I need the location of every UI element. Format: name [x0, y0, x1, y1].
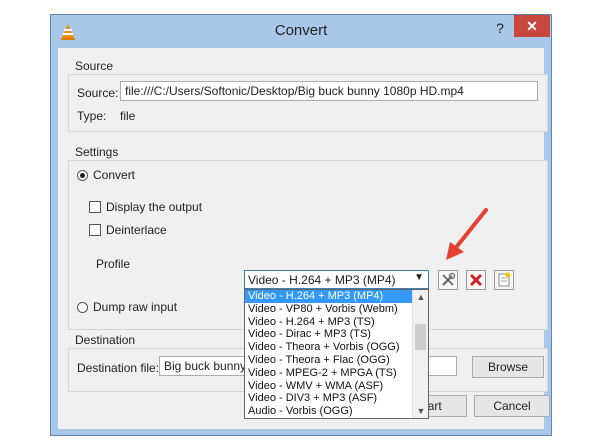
title-bar[interactable]: Convert ? ✕	[51, 15, 551, 48]
profile-selected-value: Video - H.264 + MP3 (MP4)	[248, 273, 396, 287]
scroll-up-icon[interactable]: ▲	[413, 290, 429, 304]
profile-option[interactable]: Audio - Vorbis (OGG)	[245, 405, 413, 418]
red-x-icon	[469, 273, 483, 287]
profile-select[interactable]: Video - H.264 + MP3 (MP4) ▼	[244, 270, 429, 289]
settings-group-title: Settings	[75, 145, 119, 159]
help-button[interactable]: ?	[489, 18, 511, 38]
profile-options: Video - H.264 + MP3 (MP4) Video - VP80 +…	[245, 290, 413, 418]
destination-group-title: Destination	[75, 333, 136, 347]
source-label: Source:	[77, 86, 119, 100]
profile-option[interactable]: Video - Theora + Vorbis (OGG)	[245, 341, 413, 354]
close-button[interactable]: ✕	[514, 15, 550, 37]
profile-label: Profile	[96, 257, 131, 271]
window-title: Convert	[274, 22, 328, 39]
source-group: Source: file:///C:/Users/Softonic/Deskto…	[68, 74, 548, 132]
profile-option[interactable]: Video - DIV3 + MP3 (ASF)	[245, 392, 413, 405]
type-value: file	[120, 109, 136, 123]
profile-option[interactable]: Video - Dirac + MP3 (TS)	[245, 328, 413, 341]
dump-raw-radio[interactable]	[77, 302, 88, 313]
type-label: Type:	[77, 109, 107, 123]
profile-dropdown-list[interactable]: Video - H.264 + MP3 (MP4) Video - VP80 +…	[244, 289, 429, 419]
scroll-thumb[interactable]	[415, 324, 426, 350]
radio-selected-dot	[80, 173, 85, 178]
annotation-arrow-icon	[446, 208, 488, 260]
new-document-icon	[498, 272, 511, 287]
profile-option[interactable]: Video - H.264 + MP3 (MP4)	[245, 290, 413, 303]
deinterlace-label: Deinterlace	[106, 223, 167, 237]
dropdown-scrollbar[interactable]: ▲ ▼	[412, 290, 428, 418]
profile-option[interactable]: Video - Theora + Flac (OGG)	[245, 354, 413, 367]
deinterlace-checkbox[interactable]	[89, 224, 101, 236]
browse-button[interactable]: Browse	[472, 356, 544, 378]
profile-option[interactable]: Video - H.264 + MP3 (TS)	[245, 316, 413, 329]
source-input[interactable]: file:///C:/Users/Softonic/Desktop/Big bu…	[120, 81, 538, 101]
profile-option[interactable]: Video - MPEG-2 + MPGA (TS)	[245, 367, 413, 380]
edit-profile-button[interactable]	[438, 270, 458, 290]
source-group-title: Source	[75, 59, 114, 73]
destination-file-label: Destination file:	[77, 361, 160, 375]
cancel-button[interactable]: Cancel	[474, 395, 550, 417]
chevron-down-icon: ▼	[414, 272, 424, 283]
profile-option[interactable]: Video - WMV + WMA (ASF)	[245, 380, 413, 393]
dump-raw-label: Dump raw input	[93, 300, 178, 314]
delete-profile-button[interactable]	[466, 270, 486, 290]
wrench-screwdriver-icon	[442, 272, 456, 286]
new-profile-button[interactable]	[494, 270, 514, 290]
display-output-checkbox[interactable]	[89, 201, 101, 213]
convert-radio[interactable]	[77, 170, 88, 181]
display-output-label: Display the output	[106, 200, 203, 214]
convert-label: Convert	[93, 168, 136, 182]
profile-option[interactable]: Video - VP80 + Vorbis (Webm)	[245, 303, 413, 316]
scroll-down-icon[interactable]: ▼	[413, 404, 429, 418]
